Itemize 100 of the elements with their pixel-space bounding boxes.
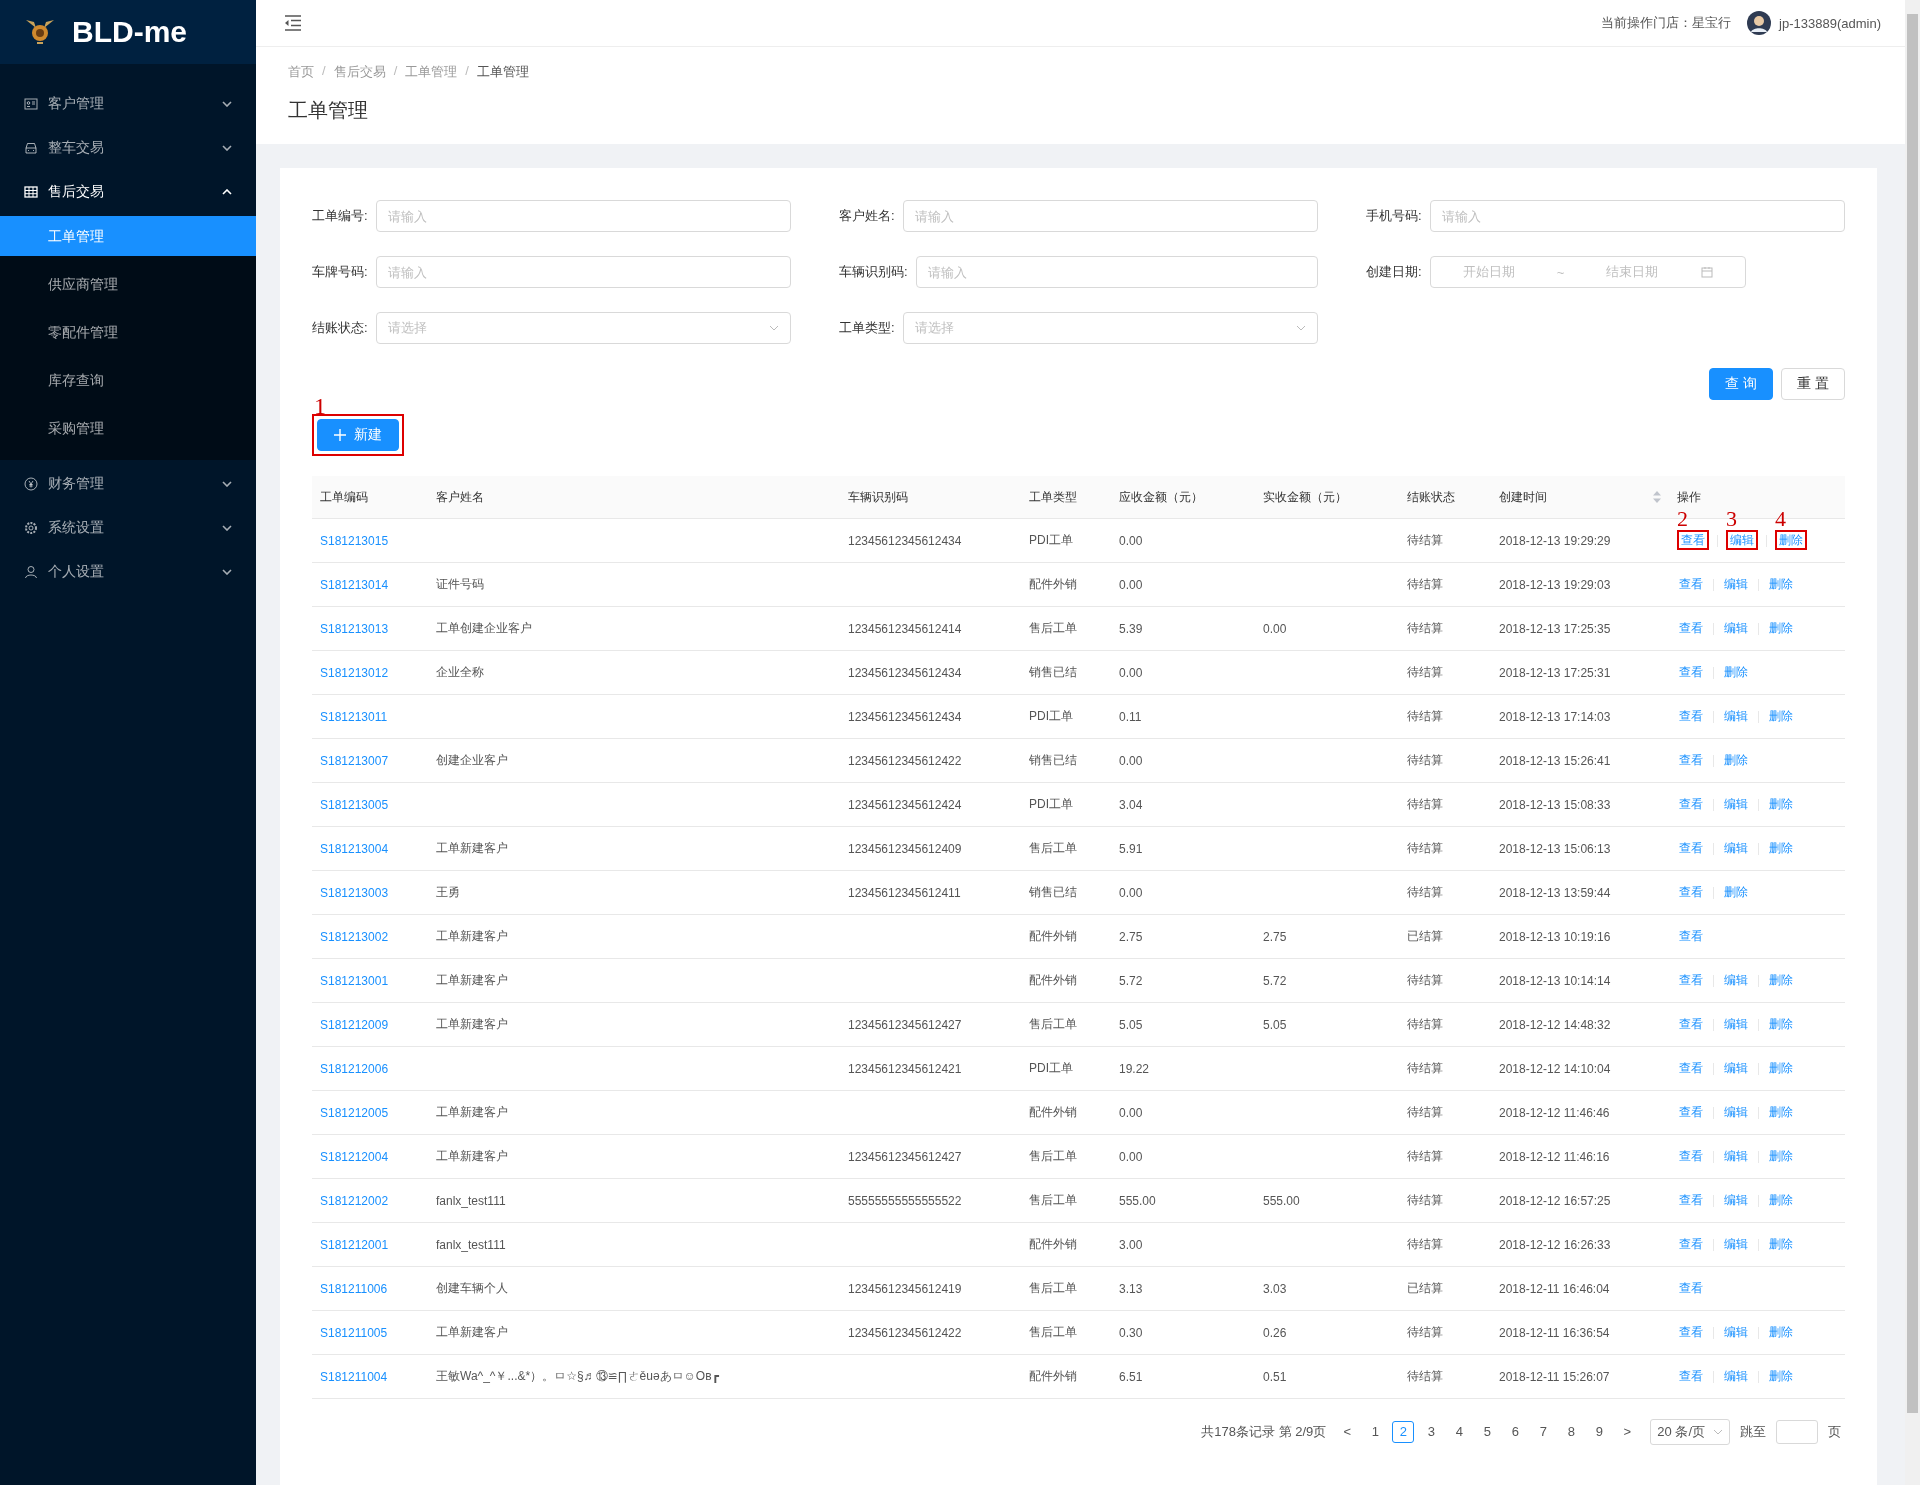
action-link[interactable]: 查看 [1677, 752, 1705, 768]
action-link[interactable]: 查看 [1677, 620, 1705, 636]
action-link[interactable]: 查看 [1677, 1060, 1705, 1076]
order-link[interactable]: S181213013 [320, 621, 389, 636]
action-link[interactable]: 查看 [1677, 1192, 1705, 1208]
order-link[interactable]: S181213012 [320, 665, 389, 680]
action-link[interactable]: 删除 [1722, 664, 1750, 680]
action-link[interactable]: 编辑 [1722, 1368, 1750, 1384]
action-link[interactable]: 查看 [1677, 1324, 1705, 1340]
page-button[interactable]: 3 [1420, 1421, 1443, 1443]
action-link[interactable]: 查看 [1677, 576, 1705, 592]
action-link[interactable]: 编辑 [1722, 708, 1750, 724]
page-button[interactable]: 2 [1392, 1421, 1415, 1443]
select-field[interactable]: 请选择 [375, 312, 791, 344]
page-button[interactable]: 9 [1588, 1421, 1611, 1443]
action-link[interactable]: 删除 [1767, 576, 1795, 592]
submenu-item[interactable]: 零配件管理 [0, 312, 256, 352]
action-link[interactable]: 删除 [1767, 1060, 1795, 1076]
submenu-item[interactable]: 库存查询 [0, 360, 256, 400]
action-link[interactable]: 查看 [1677, 664, 1705, 680]
menu-item[interactable]: 财务管理 [0, 464, 256, 504]
action-link[interactable]: 编辑 [1722, 1236, 1750, 1252]
input-field[interactable]: 请输入 [375, 256, 791, 288]
action-link[interactable]: 查看 [1677, 1016, 1705, 1032]
reset-button[interactable]: 重 置 [1781, 368, 1845, 400]
action-link[interactable]: 查看 [1677, 1368, 1705, 1384]
order-link[interactable]: S181212005 [320, 1105, 389, 1120]
page-size-select[interactable]: 20 条/页 [1650, 1419, 1730, 1445]
menu-icon[interactable] [284, 15, 302, 31]
breadcrumb-item[interactable]: 工单管理 [405, 63, 458, 81]
order-link[interactable]: S181212006 [320, 1061, 389, 1076]
action-link[interactable]: 编辑 [1722, 972, 1750, 988]
page-button[interactable]: 7 [1532, 1421, 1555, 1443]
action-link[interactable]: 删除 [1767, 1236, 1795, 1252]
scrollbar[interactable] [1905, 0, 1920, 1485]
page-button[interactable]: 1 [1364, 1421, 1387, 1443]
order-link[interactable]: S181213007 [320, 753, 389, 768]
page-button[interactable]: 6 [1504, 1421, 1527, 1443]
action-link[interactable]: 查看 [1677, 796, 1705, 812]
action-link[interactable]: 编辑 [1726, 530, 1758, 550]
menu-item[interactable]: 售后交易 [0, 172, 256, 212]
action-link[interactable]: 删除 [1767, 840, 1795, 856]
action-link[interactable]: 删除 [1767, 1016, 1795, 1032]
order-link[interactable]: S181213005 [320, 797, 389, 812]
order-link[interactable]: S181211006 [320, 1281, 388, 1296]
action-link[interactable]: 编辑 [1722, 1148, 1750, 1164]
order-link[interactable]: S181213002 [320, 929, 389, 944]
order-link[interactable]: S181212002 [320, 1193, 389, 1208]
submenu-item[interactable]: 供应商管理 [0, 264, 256, 304]
action-link[interactable]: 删除 [1767, 972, 1795, 988]
submenu-item[interactable]: 工单管理 [0, 216, 256, 256]
next-page-button[interactable]: > [1616, 1421, 1639, 1443]
order-link[interactable]: S181212009 [320, 1017, 389, 1032]
action-link[interactable]: 编辑 [1722, 796, 1750, 812]
action-link[interactable]: 删除 [1767, 1192, 1795, 1208]
order-link[interactable]: S181213014 [320, 577, 389, 592]
date-range-field[interactable]: 开始日期 ~ 结束日期 [1429, 256, 1746, 288]
avatar-icon[interactable] [1747, 11, 1772, 35]
user-name[interactable]: jp-133889(admin) [1779, 15, 1881, 31]
action-link[interactable]: 编辑 [1722, 576, 1750, 592]
action-link[interactable]: 删除 [1767, 1368, 1795, 1384]
action-link[interactable]: 编辑 [1722, 620, 1750, 636]
action-link[interactable]: 删除 [1767, 620, 1795, 636]
menu-item[interactable]: 个人设置 [0, 552, 256, 592]
sort-icon[interactable] [1653, 491, 1661, 503]
input-field[interactable]: 请输入 [902, 200, 1318, 232]
previous-page-button[interactable]: < [1336, 1421, 1359, 1443]
action-link[interactable]: 删除 [1775, 530, 1807, 550]
action-link[interactable]: 查看 [1677, 928, 1705, 944]
action-link[interactable]: 查看 [1677, 1104, 1705, 1120]
action-link[interactable]: 编辑 [1722, 1060, 1750, 1076]
action-link[interactable]: 查看 [1677, 530, 1709, 550]
select-field[interactable]: 请选择 [902, 312, 1318, 344]
order-link[interactable]: S181213003 [320, 885, 389, 900]
menu-item[interactable]: 系统设置 [0, 508, 256, 548]
order-link[interactable]: S181213011 [320, 709, 388, 724]
input-field[interactable]: 请输入 [915, 256, 1318, 288]
action-link[interactable]: 查看 [1677, 972, 1705, 988]
menu-item[interactable]: 客户管理 [0, 84, 256, 124]
submenu-item[interactable]: 采购管理 [0, 408, 256, 448]
action-link[interactable]: 查看 [1677, 708, 1705, 724]
action-link[interactable]: 查看 [1677, 1148, 1705, 1164]
menu-item[interactable]: 整车交易 [0, 128, 256, 168]
action-link[interactable]: 删除 [1767, 708, 1795, 724]
new-button[interactable]: 新建 [317, 419, 399, 451]
order-link[interactable]: S181213001 [320, 973, 389, 988]
action-link[interactable]: 查看 [1677, 1236, 1705, 1252]
action-link[interactable]: 编辑 [1722, 840, 1750, 856]
breadcrumb-item[interactable]: 首页 [288, 63, 314, 81]
order-link[interactable]: S181212001 [320, 1237, 389, 1252]
order-link[interactable]: S181213004 [320, 841, 389, 856]
input-field[interactable]: 请输入 [1429, 200, 1845, 232]
action-link[interactable]: 编辑 [1722, 1192, 1750, 1208]
action-link[interactable]: 删除 [1722, 884, 1750, 900]
action-link[interactable]: 删除 [1767, 796, 1795, 812]
input-field[interactable]: 请输入 [375, 200, 791, 232]
action-link[interactable]: 删除 [1767, 1148, 1795, 1164]
action-link[interactable]: 查看 [1677, 840, 1705, 856]
breadcrumb-item[interactable]: 售后交易 [333, 63, 386, 81]
action-link[interactable]: 删除 [1767, 1104, 1795, 1120]
